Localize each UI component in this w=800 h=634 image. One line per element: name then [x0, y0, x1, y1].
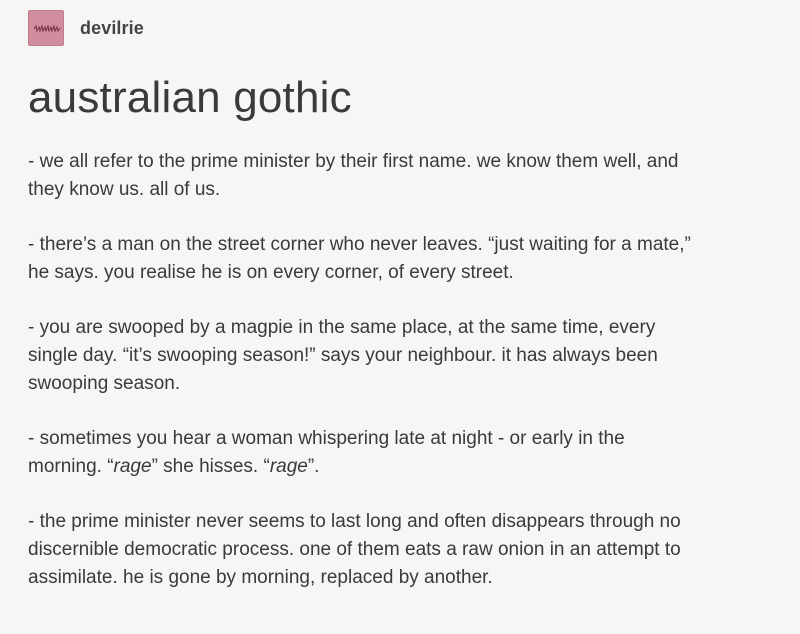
paragraph-5: - the prime minister never seems to last… [28, 508, 788, 592]
paragraph-line: discernible democratic process. one of t… [28, 539, 681, 560]
tumblr-post: devilrie australian gothic - we all refe… [0, 0, 800, 634]
paragraph-line: - there’s a man on the street corner who… [28, 234, 691, 255]
paragraph-2: - there’s a man on the street corner who… [28, 231, 788, 287]
paragraph-line: single day. “it’s swooping season!” says… [28, 345, 658, 366]
paragraph-text: ” she hisses. “ [151, 456, 270, 477]
paragraph-line: - sometimes you hear a woman whispering … [28, 428, 625, 449]
paragraph-line: - the prime minister never seems to last… [28, 511, 681, 532]
post-title: australian gothic [28, 73, 352, 122]
avatar-scribble-icon [33, 25, 61, 33]
username[interactable]: devilrie [80, 18, 144, 39]
paragraph-1: - we all refer to the prime minister by … [28, 148, 788, 204]
paragraph-line: they know us. all of us. [28, 179, 221, 200]
italic-word: rage [269, 456, 308, 477]
italic-word: rage [113, 456, 152, 477]
paragraph-3: - you are swooped by a magpie in the sam… [28, 314, 788, 398]
post-header: devilrie [28, 10, 144, 46]
avatar[interactable] [28, 10, 64, 46]
post-body: - we all refer to the prime minister by … [28, 148, 788, 592]
paragraph-line: - we all refer to the prime minister by … [28, 151, 679, 172]
paragraph-text: morning. “ [28, 456, 114, 477]
paragraph-text: ”. [307, 456, 320, 477]
paragraph-line: he says. you realise he is on every corn… [28, 262, 514, 283]
paragraph-4: - sometimes you hear a woman whispering … [28, 425, 788, 481]
paragraph-line: - you are swooped by a magpie in the sam… [28, 317, 656, 338]
paragraph-line: swooping season. [28, 373, 181, 394]
paragraph-line: assimilate. he is gone by morning, repla… [28, 567, 493, 588]
